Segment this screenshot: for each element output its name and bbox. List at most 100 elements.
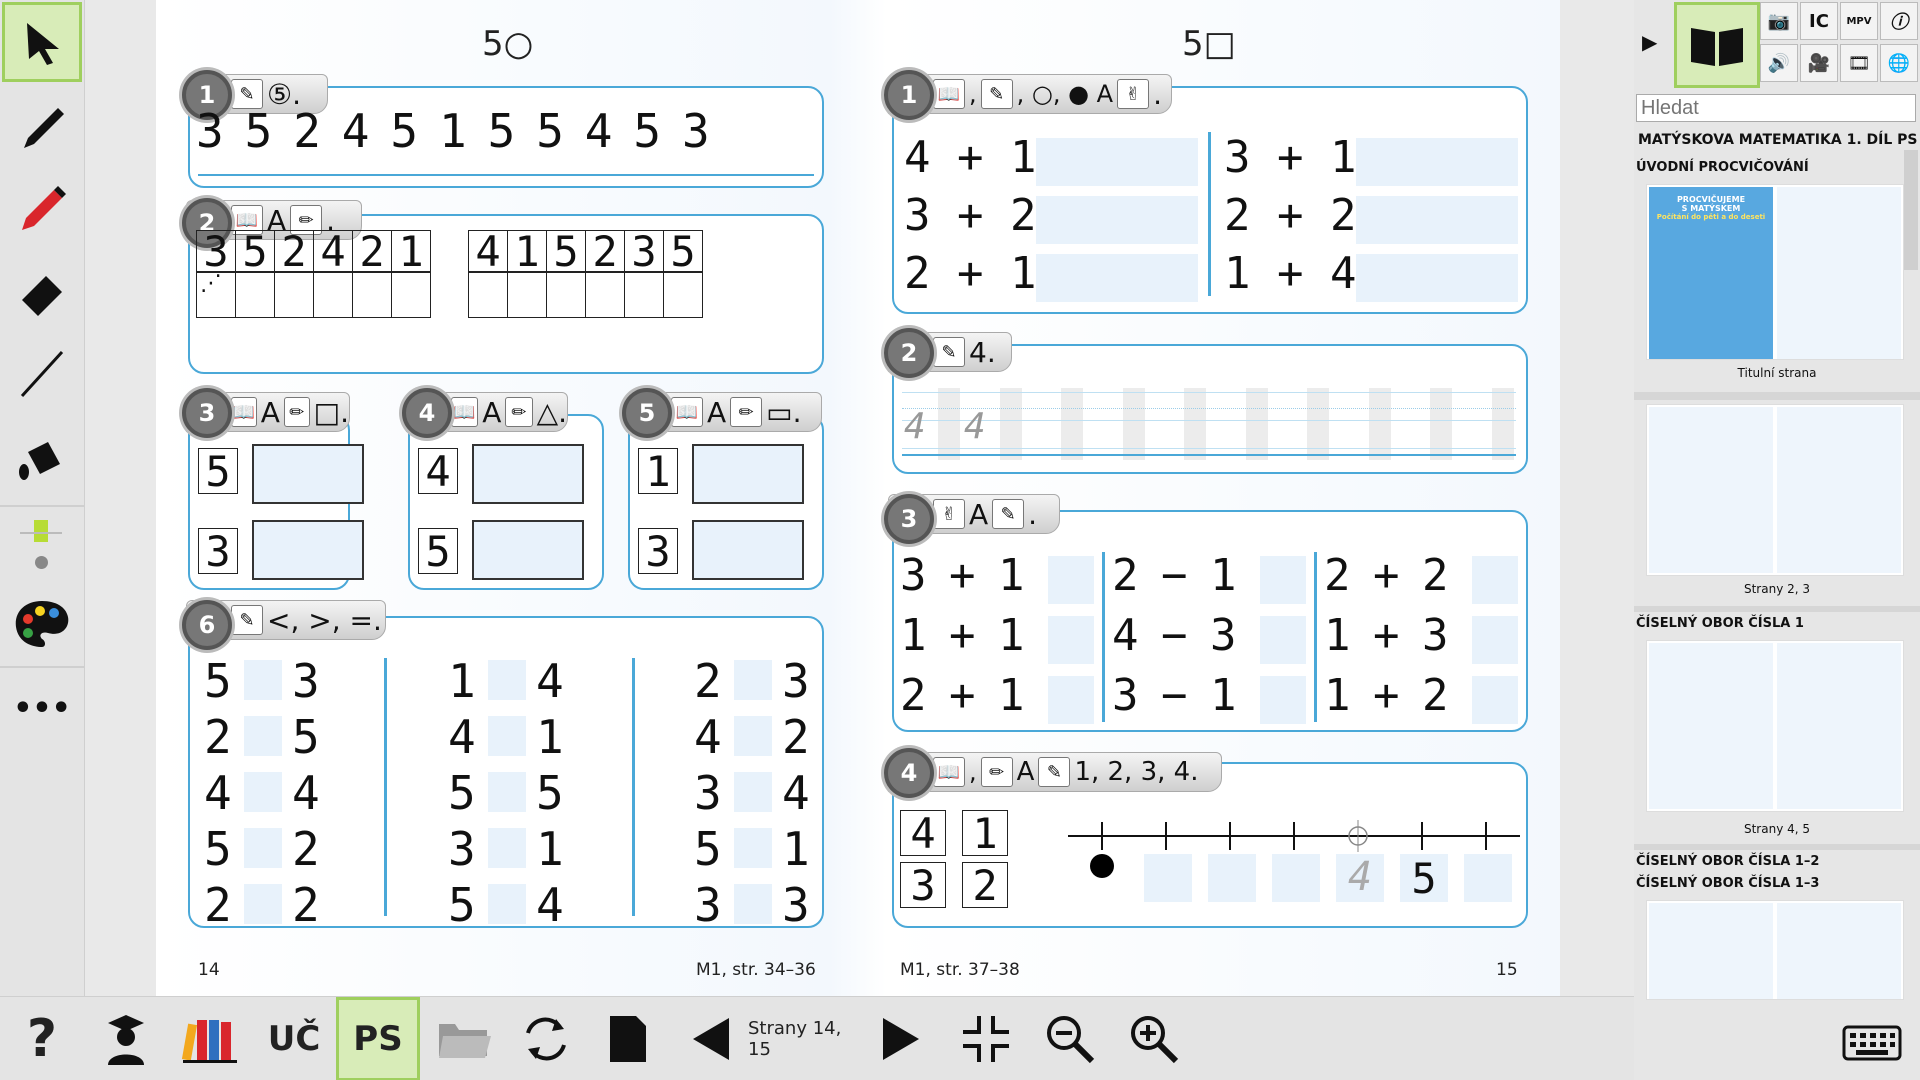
zoom-out-button[interactable] [1030, 997, 1110, 1080]
info-button[interactable]: ⓘ [1880, 2, 1918, 40]
answer-box[interactable] [1356, 254, 1518, 302]
compare-box[interactable] [734, 660, 772, 700]
answer-box[interactable] [1208, 854, 1256, 902]
palette-button[interactable] [2, 584, 82, 664]
answer-cell[interactable] [468, 272, 508, 318]
line-tool-button[interactable] [2, 334, 82, 414]
uc-button[interactable]: UČ [254, 997, 334, 1080]
compare-box[interactable] [244, 884, 282, 924]
answer-cell[interactable] [313, 272, 353, 318]
answer-box[interactable] [1472, 556, 1518, 604]
compare-box[interactable] [734, 772, 772, 812]
compare-box[interactable] [488, 884, 526, 924]
audio-button[interactable]: 🔊 [1760, 44, 1798, 82]
library-button[interactable] [170, 997, 250, 1080]
book-view-button[interactable] [1674, 2, 1760, 88]
answer-cell[interactable] [663, 272, 703, 318]
ic-button[interactable]: IC [1800, 2, 1838, 40]
thumbnail-next[interactable] [1646, 900, 1904, 1000]
more-tools-button[interactable]: ••• [2, 668, 82, 748]
answer-box[interactable] [1048, 556, 1094, 604]
marker-tool-button[interactable] [2, 168, 82, 248]
ps-button[interactable]: PS [336, 997, 420, 1080]
answer-cell[interactable] [546, 272, 586, 318]
number-cell: 1 [507, 227, 547, 276]
answer-cell[interactable] [624, 272, 664, 318]
answer-cell[interactable] [507, 272, 547, 318]
answer-box[interactable] [1260, 556, 1306, 604]
next-page-button[interactable] [866, 997, 936, 1080]
answer-box[interactable] [1472, 676, 1518, 724]
open-folder-button[interactable] [424, 997, 504, 1080]
compare-box[interactable] [244, 772, 282, 812]
fill-tool-button[interactable] [2, 418, 82, 498]
collapse-panel-button[interactable]: ▶ [1642, 30, 1657, 54]
answer-box[interactable] [252, 520, 364, 580]
arrow-right-icon [883, 1018, 919, 1060]
answer-box[interactable] [1036, 254, 1198, 302]
right-reference: M1, str. 37–38 [900, 960, 1020, 980]
number-cell: 2 [962, 861, 1008, 910]
exercise-number: 4 [884, 748, 934, 798]
answer-cell[interactable] [235, 272, 275, 318]
compare-box[interactable] [488, 716, 526, 756]
answer-box[interactable] [692, 444, 804, 504]
trace-digit[interactable]: 4 [1336, 854, 1384, 902]
answer-cell[interactable] [391, 272, 431, 318]
thumbnail-cover[interactable]: PROCVIČUJEME S MATÝSKEM Počítání do pěti a… [1646, 184, 1904, 360]
pencil-tool-button[interactable] [2, 88, 82, 168]
answer-box[interactable] [472, 520, 584, 580]
compare-box[interactable] [734, 884, 772, 924]
answer-box[interactable] [1356, 196, 1518, 244]
answer-box[interactable] [1036, 196, 1198, 244]
answer-box[interactable] [1144, 854, 1192, 902]
thumbnail-pages-4-5[interactable] [1646, 640, 1904, 812]
video-button[interactable]: 🎥 [1800, 44, 1838, 82]
search-input[interactable] [1636, 94, 1916, 122]
help-button[interactable]: ? [2, 997, 82, 1080]
mpv-button[interactable]: MPV [1840, 2, 1878, 40]
answer-box[interactable] [1260, 616, 1306, 664]
compare-box[interactable] [488, 828, 526, 868]
answer-box[interactable] [1036, 138, 1198, 186]
page-button[interactable] [588, 997, 668, 1080]
thumbnail-pages-2-3[interactable] [1646, 404, 1904, 576]
camera-button[interactable]: 📷 [1760, 2, 1798, 40]
answer-cell[interactable] [352, 272, 392, 318]
red-marker-icon [22, 186, 66, 230]
scrollbar[interactable] [1904, 150, 1918, 270]
answer-box[interactable] [1472, 616, 1518, 664]
previous-page-button[interactable] [676, 997, 746, 1080]
answer-box[interactable] [472, 444, 584, 504]
film-button[interactable]: 🎞 [1840, 44, 1878, 82]
right-page-number: 15 [1496, 960, 1518, 980]
keyboard-button[interactable] [1834, 1018, 1910, 1068]
answer-box[interactable] [1356, 138, 1518, 186]
answer-box[interactable] [1260, 676, 1306, 724]
answer-cell[interactable] [274, 272, 314, 318]
compare-box[interactable] [734, 828, 772, 868]
compare-box[interactable] [244, 828, 282, 868]
fit-screen-button[interactable] [946, 997, 1026, 1080]
size-indicator[interactable] [35, 556, 48, 569]
eraser-tool-button[interactable] [2, 250, 82, 330]
digit: 2 [293, 104, 321, 158]
answer-box[interactable] [1464, 854, 1512, 902]
answer-cell[interactable] [585, 272, 625, 318]
color-indicator[interactable] [34, 520, 48, 542]
answer-box[interactable] [1272, 854, 1320, 902]
compare-box[interactable] [734, 716, 772, 756]
teacher-button[interactable] [86, 997, 166, 1080]
answer-box[interactable] [692, 520, 804, 580]
web-button[interactable]: 🌐 [1880, 44, 1918, 82]
answer-box[interactable] [1048, 616, 1094, 664]
compare-box[interactable] [488, 660, 526, 700]
answer-box[interactable] [252, 444, 364, 504]
compare-box[interactable] [244, 660, 282, 700]
zoom-in-button[interactable] [1114, 997, 1194, 1080]
select-tool-button[interactable] [2, 2, 82, 82]
compare-box[interactable] [488, 772, 526, 812]
refresh-button[interactable] [506, 997, 586, 1080]
answer-box[interactable] [1048, 676, 1094, 724]
compare-box[interactable] [244, 716, 282, 756]
